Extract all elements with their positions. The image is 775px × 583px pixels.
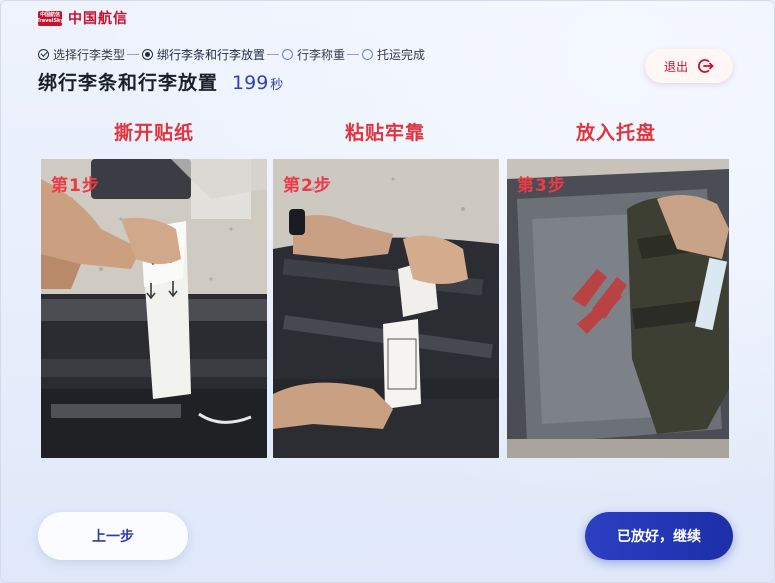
instruction-title-3: 放入托盘 xyxy=(575,122,656,144)
brand-badge-en: TravelSky xyxy=(36,18,64,24)
exit-button-label: 退出 xyxy=(663,59,688,74)
exit-button[interactable]: 退出 xyxy=(645,49,733,83)
photo-attach-illustration xyxy=(273,159,499,458)
exit-icon xyxy=(698,59,714,73)
progress-steps: 选择行李类型 绑行李条和行李放置 行李称重 托运完成 xyxy=(38,46,425,62)
step-tag-3: 第3步 xyxy=(517,176,566,196)
current-step-icon xyxy=(142,48,154,60)
instruction-photo-attach: 第2步 xyxy=(273,159,499,458)
instruction-photo-peel: 第1步 xyxy=(41,159,267,458)
instruction-title-1: 撕开贴纸 xyxy=(113,122,194,144)
step-label: 行李称重 xyxy=(297,47,346,62)
instruction-title-2: 粘贴牢靠 xyxy=(344,122,425,144)
page-title: 绑行李条和行李放置 xyxy=(38,72,219,94)
countdown: 199 秒 xyxy=(232,72,283,94)
photo-tray-illustration xyxy=(507,159,729,458)
check-circle-icon xyxy=(38,48,49,60)
instruction-photo-tray: 第3步 xyxy=(507,159,729,458)
brand-badge: 中国航信 TravelSky xyxy=(36,10,64,26)
title-row: 绑行李条和行李放置 199 秒 xyxy=(38,68,283,95)
continue-button[interactable]: 已放好，继续 xyxy=(585,512,733,560)
brand-logo: 中国航信 TravelSky 中国航信 xyxy=(36,8,128,28)
step-select-type: 选择行李类型 xyxy=(38,46,125,63)
pending-step-icon xyxy=(362,48,374,60)
step-separator xyxy=(347,53,360,55)
step-separator xyxy=(267,53,280,55)
previous-step-button[interactable]: 上一步 xyxy=(38,512,188,560)
step-label: 托运完成 xyxy=(377,47,426,62)
pending-step-icon xyxy=(282,48,294,60)
step-separator xyxy=(127,53,140,55)
step-label: 绑行李条和行李放置 xyxy=(157,47,266,62)
photo-peel-illustration xyxy=(41,159,267,458)
countdown-value: 199 xyxy=(232,72,269,94)
step-tag-and-place: 绑行李条和行李放置 xyxy=(142,46,265,63)
step-label: 选择行李类型 xyxy=(53,47,126,62)
step-tag-1: 第1步 xyxy=(51,176,100,196)
step-tag-2: 第2步 xyxy=(283,176,332,196)
countdown-unit: 秒 xyxy=(270,78,284,93)
step-complete: 托运完成 xyxy=(362,46,425,63)
brand-name: 中国航信 xyxy=(68,11,128,27)
step-weigh: 行李称重 xyxy=(282,46,345,63)
